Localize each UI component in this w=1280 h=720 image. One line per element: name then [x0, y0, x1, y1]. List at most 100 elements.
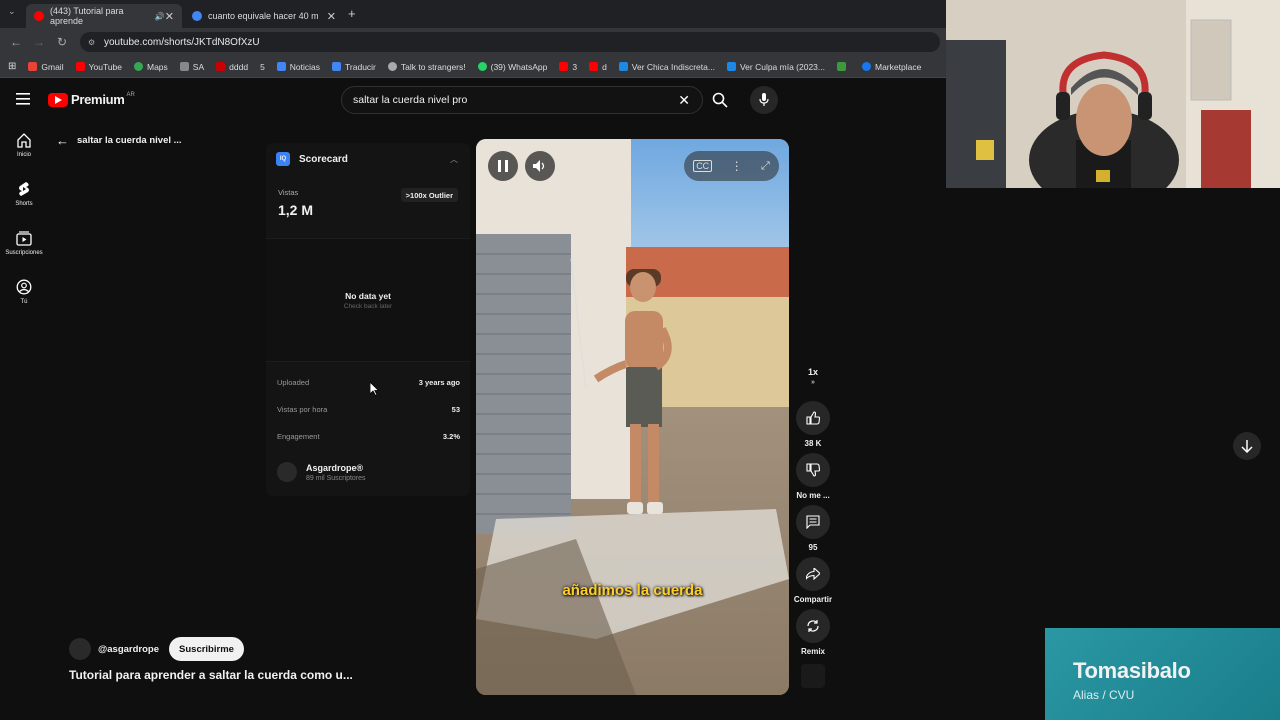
forward-icon[interactable]: →	[33, 35, 45, 49]
shorts-video-player[interactable]: CC ⋮ ⤢ añadimos la cuerda	[476, 139, 789, 695]
bookmark[interactable]: Traducir	[332, 62, 376, 72]
share-label: Compartir	[793, 595, 833, 604]
video-controls-group: CC ⋮ ⤢	[684, 151, 779, 181]
more-options-icon[interactable]: ⋮	[731, 159, 743, 173]
site-info-icon[interactable]: ⚙	[88, 38, 95, 47]
bookmark[interactable]: Ver Culpa mía (2023...	[726, 62, 825, 72]
new-tab-icon[interactable]: +	[348, 6, 356, 21]
streamer-name: Tomasibalo	[1073, 658, 1191, 683]
stat-value: 3 years ago	[418, 378, 460, 387]
rail-label: Shorts	[15, 201, 33, 207]
video-title[interactable]: Tutorial para aprender a saltar la cuerd…	[69, 668, 353, 682]
dislike-button[interactable]: No me ...	[796, 453, 830, 500]
bookmark[interactable]: YouTube	[75, 62, 122, 72]
audio-thumbnail[interactable]	[801, 664, 825, 688]
search-input[interactable]: saltar la cuerda nivel pro ✕	[341, 86, 703, 114]
bookmark[interactable]: d	[589, 62, 607, 72]
youtube-logo[interactable]: Premium AR	[48, 92, 135, 107]
arrow-down-icon	[1241, 440, 1253, 453]
fullscreen-icon[interactable]: ⤢	[761, 160, 770, 173]
news-icon	[276, 62, 286, 71]
stat-value: 53	[451, 405, 460, 414]
bookmark[interactable]: SA	[179, 62, 204, 72]
audio-icon[interactable]: 🔊	[155, 12, 165, 21]
bookmark[interactable]: Gmail	[28, 62, 64, 72]
captions-icon[interactable]: CC	[693, 160, 713, 172]
translate-icon	[332, 62, 342, 71]
rail-item-you[interactable]: Tú	[0, 279, 48, 305]
bookmark[interactable]: (39) WhatsApp	[477, 62, 547, 72]
playback-speed[interactable]: 1x »	[796, 367, 830, 386]
voice-search-button[interactable]	[750, 86, 778, 114]
rail-item-subscriptions[interactable]: Suscripciones	[0, 230, 48, 256]
back-icon[interactable]: ←	[10, 35, 22, 49]
reload-icon[interactable]: ↻	[57, 35, 67, 49]
bookmark[interactable]: 3	[559, 62, 577, 72]
youtube-play-icon	[48, 92, 68, 107]
video-frame	[476, 139, 789, 695]
bookmark[interactable]: Noticias	[276, 62, 320, 72]
menu-icon[interactable]	[16, 93, 30, 105]
next-short-button[interactable]	[1233, 432, 1261, 460]
tab-search-icon[interactable]: ⌄	[8, 6, 16, 17]
pause-icon	[498, 160, 508, 172]
speed-icon: »	[811, 379, 815, 386]
browser-tab[interactable]: cuanto equivale hacer 40 min d ✕	[184, 4, 344, 28]
browser-tabbar: ⌄ (443) Tutorial para aprende 🔊 ✕ cuanto…	[0, 0, 946, 28]
browser-tab-active[interactable]: (443) Tutorial para aprende 🔊 ✕	[26, 4, 182, 28]
remix-button[interactable]: Remix	[796, 609, 830, 656]
views-value: 1,2 M	[278, 202, 314, 218]
channel-handle[interactable]: @asgardrope	[98, 644, 159, 655]
bookmark[interactable]: 5	[260, 62, 265, 72]
search-button[interactable]	[703, 86, 737, 114]
no-data-text: No data yet	[345, 291, 391, 301]
rail-item-home[interactable]: Inicio	[0, 132, 48, 158]
scorecard-channel[interactable]: Asgardrope® 89 mil Suscriptores	[277, 462, 366, 482]
shorts-icon	[19, 182, 29, 196]
streamer-alias-label: Alias / CVU	[1073, 688, 1135, 702]
video-channel-row: @asgardrope Suscribirme	[69, 637, 244, 661]
volume-button[interactable]	[525, 151, 555, 181]
rail-item-shorts[interactable]: Shorts	[0, 181, 48, 207]
channel-subscribers: 89 mil Suscriptores	[306, 474, 366, 482]
chevron-up-icon[interactable]: ︿	[450, 154, 458, 165]
rail-label: Inicio	[16, 152, 31, 158]
stat-row-views-per-hour: Vistas por hora 53	[277, 405, 460, 414]
whatsapp-icon	[477, 62, 487, 71]
back-to-search[interactable]: ← saltar la cuerda nivel ...	[56, 133, 182, 148]
mic-icon	[759, 93, 769, 106]
close-icon[interactable]: ✕	[165, 10, 174, 23]
like-button[interactable]: 38 K	[796, 401, 830, 448]
bookmark[interactable]: Maps	[134, 62, 168, 72]
thumbs-up-icon	[806, 411, 820, 425]
comments-button[interactable]: 95	[796, 505, 830, 552]
scorecard-header[interactable]: IQ Scorecard	[276, 152, 348, 166]
bookmark[interactable]: Marketplace	[862, 62, 921, 72]
bookmark[interactable]	[837, 62, 850, 71]
url-field[interactable]: ⚙ youtube.com/shorts/JKTdN8OfXzU	[80, 32, 940, 52]
back-arrow-icon[interactable]: ←	[56, 133, 69, 148]
volume-icon	[533, 160, 545, 172]
pause-button[interactable]	[488, 151, 518, 181]
rail-label: Suscripciones	[5, 250, 43, 256]
streamer-alias-overlay: Tomasibalo Alias / CVU	[1045, 628, 1280, 720]
share-button[interactable]: Compartir	[790, 557, 836, 604]
clear-search-icon[interactable]: ✕	[678, 92, 690, 109]
bookmark[interactable]: dddd	[216, 62, 248, 72]
bookmark[interactable]: Ver Chica Indiscreta...	[618, 62, 715, 72]
youtube-icon	[559, 62, 569, 71]
url-text: youtube.com/shorts/JKTdN8OfXzU	[104, 36, 260, 48]
close-icon[interactable]: ✕	[327, 10, 336, 23]
subscribe-button[interactable]: Suscribirme	[169, 637, 244, 661]
apps-icon[interactable]: ⊞	[8, 61, 16, 72]
avatar[interactable]	[69, 638, 91, 660]
dislike-circle	[796, 453, 830, 487]
webcam-overlay	[946, 0, 1280, 188]
address-bar: ← → ↻ ⚙ youtube.com/shorts/JKTdN8OfXzU	[0, 28, 946, 56]
bookmark[interactable]: Talk to strangers!	[387, 62, 466, 72]
scorecard-title: Scorecard	[299, 153, 348, 165]
bookmarks-bar: ⊞ Gmail YouTube Maps SA dddd 5 Noticias …	[0, 56, 946, 78]
avatar	[277, 462, 297, 482]
mouse-cursor-icon	[370, 382, 380, 396]
speed-value: 1x	[807, 367, 818, 377]
